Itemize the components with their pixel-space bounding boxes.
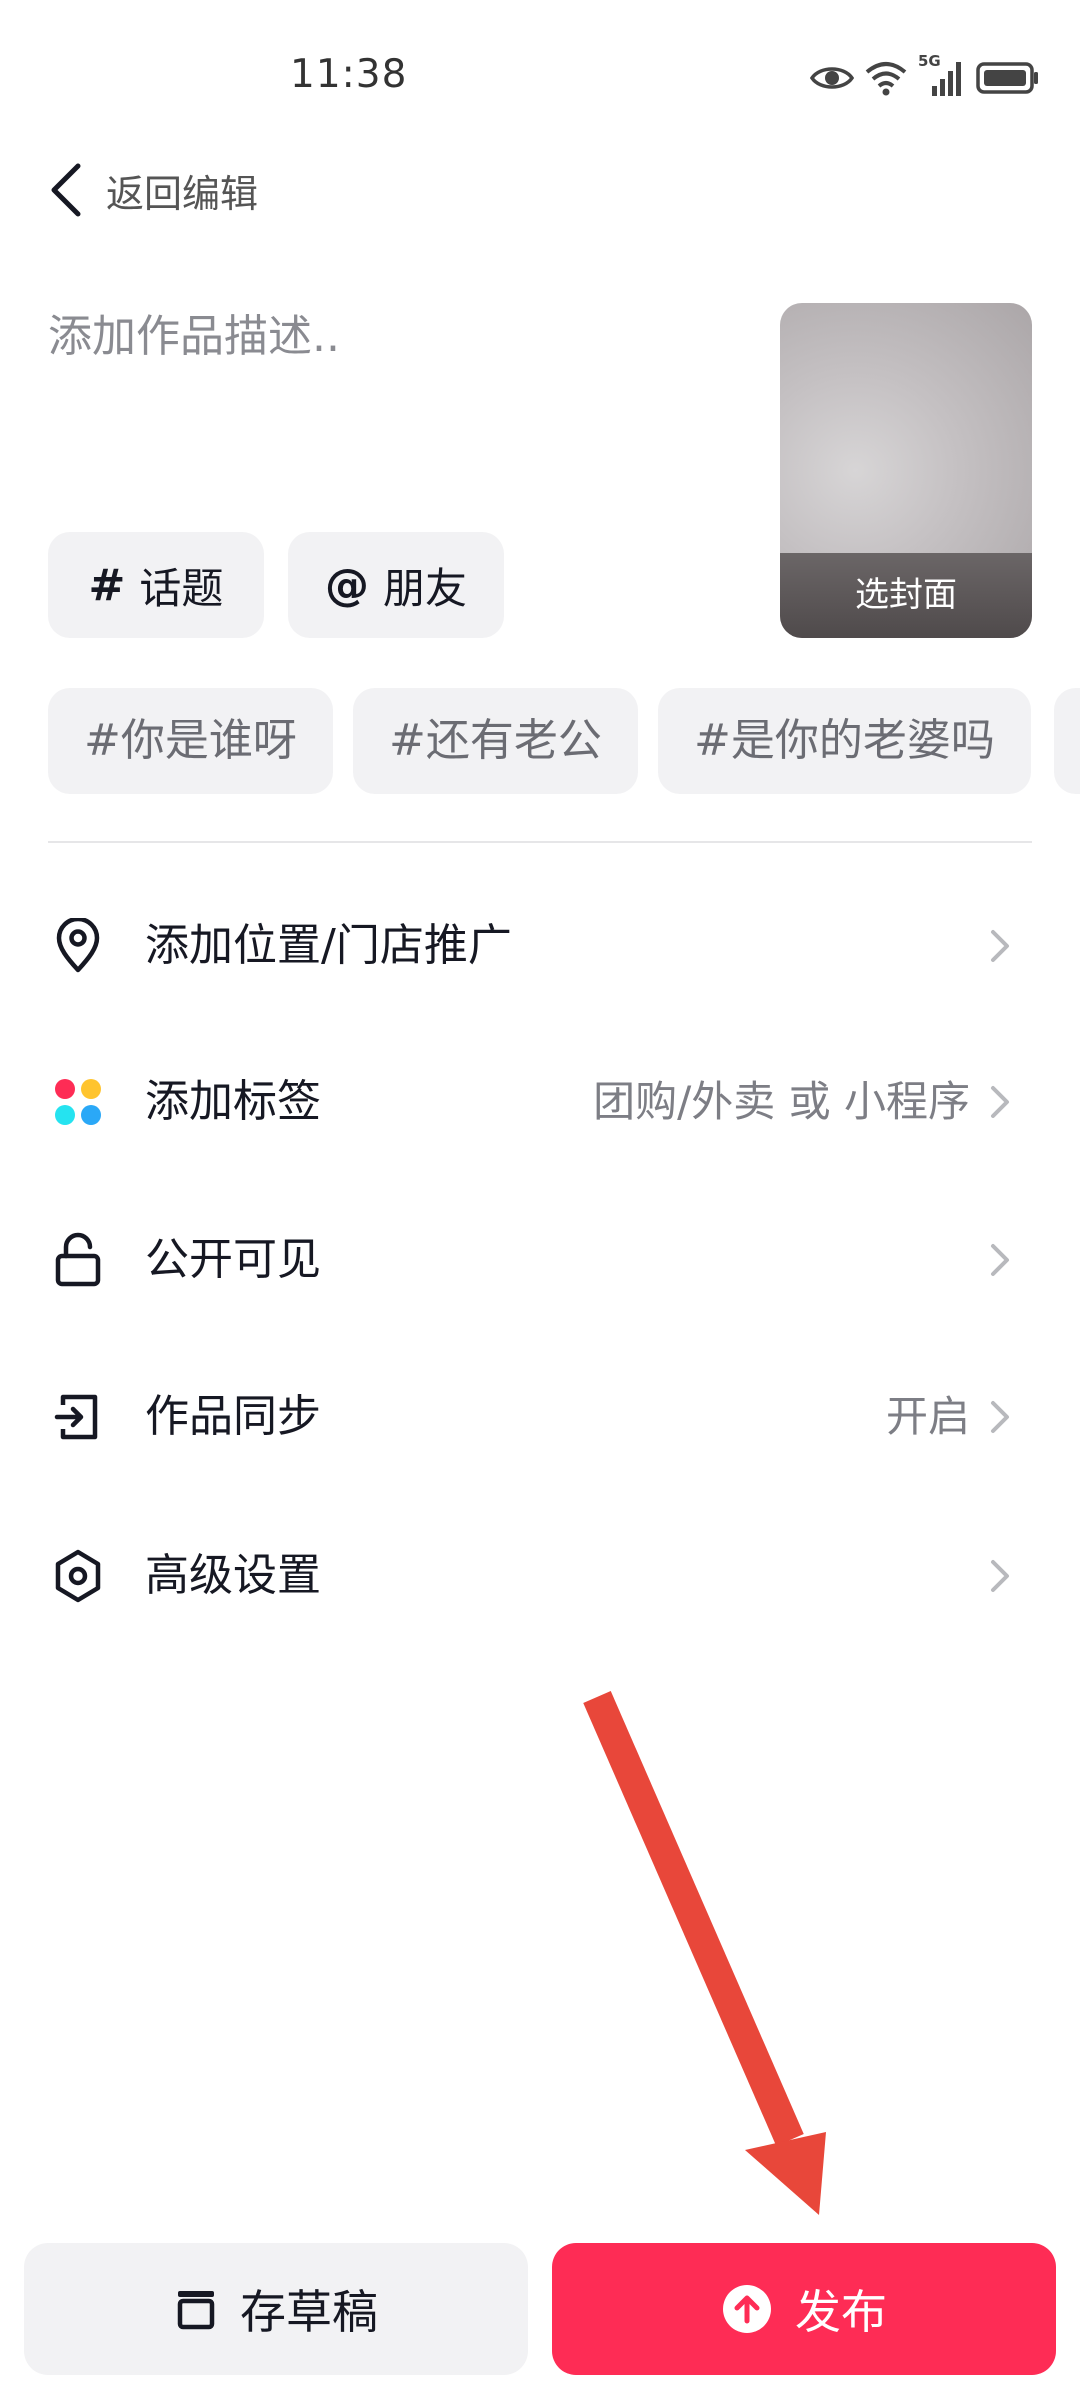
color-dots-icon <box>48 1072 108 1132</box>
chevron-right-icon <box>991 1086 1009 1118</box>
status-time: 11:38 <box>290 52 408 97</box>
chevron-left-icon <box>51 163 81 217</box>
suggested-tag-overflow[interactable] <box>1054 688 1080 794</box>
chevron-right-icon <box>991 930 1009 962</box>
suggested-tag[interactable]: #你是谁呀 <box>48 688 333 794</box>
battery-icon <box>976 62 1038 94</box>
draft-box-icon <box>174 2287 218 2331</box>
cellular-signal-icon: 5G <box>918 52 966 98</box>
sync-value: 开启 <box>885 1392 970 1441</box>
at-icon: @ <box>324 559 369 611</box>
topic-chip-label: 话题 <box>139 563 224 613</box>
back-label: 返回编辑 <box>106 171 259 216</box>
chevron-right-icon <box>991 1401 1009 1433</box>
eye-icon <box>810 67 854 89</box>
cover-selector[interactable]: 选封面 <box>780 303 1032 638</box>
chevron-right-icon <box>991 1244 1009 1276</box>
wifi-icon <box>865 62 907 96</box>
status-icons: 5G <box>810 52 1040 100</box>
suggested-tag[interactable]: #是你的老婆吗 <box>658 688 1031 794</box>
sync-label: 作品同步 <box>145 1391 321 1442</box>
publish-label: 发布 <box>795 2285 887 2339</box>
tag-value: 团购/外卖 或 小程序 <box>593 1077 970 1126</box>
mention-chip-label: 朋友 <box>382 563 467 613</box>
back-button[interactable]: 返回编辑 <box>48 150 258 230</box>
upload-circle-icon <box>721 2283 773 2335</box>
advanced-settings-row[interactable]: 高级设置 <box>0 1516 1080 1636</box>
description-input[interactable]: 添加作品描述.. <box>48 300 748 364</box>
sync-exit-icon <box>48 1387 108 1447</box>
mention-chip[interactable]: @ 朋友 <box>288 532 504 638</box>
save-draft-button[interactable]: 存草稿 <box>24 2243 528 2375</box>
location-label: 添加位置/门店推广 <box>145 920 512 971</box>
visibility-row[interactable]: 公开可见 <box>0 1200 1080 1320</box>
sync-row[interactable]: 作品同步 开启 <box>0 1357 1080 1477</box>
tag-label: 添加标签 <box>145 1076 321 1127</box>
location-row[interactable]: 添加位置/门店推广 <box>0 886 1080 1006</box>
advanced-settings-label: 高级设置 <box>145 1550 321 1601</box>
unlock-icon <box>48 1230 108 1290</box>
visibility-label: 公开可见 <box>145 1234 321 1285</box>
hashtag-icon: # <box>88 559 126 611</box>
tag-row[interactable]: 添加标签 团购/外卖 或 小程序 <box>0 1042 1080 1162</box>
chevron-right-icon <box>991 1560 1009 1592</box>
topic-chip[interactable]: # 话题 <box>48 532 264 638</box>
suggested-tag[interactable]: #还有老公 <box>353 688 638 794</box>
divider <box>48 841 1032 843</box>
cover-label: 选封面 <box>855 575 957 615</box>
status-bar: 11:38 5G <box>0 0 1080 150</box>
location-pin-icon <box>48 916 108 976</box>
hexagon-settings-icon <box>48 1546 108 1606</box>
publish-button[interactable]: 发布 <box>552 2243 1056 2375</box>
save-draft-label: 存草稿 <box>240 2285 378 2339</box>
